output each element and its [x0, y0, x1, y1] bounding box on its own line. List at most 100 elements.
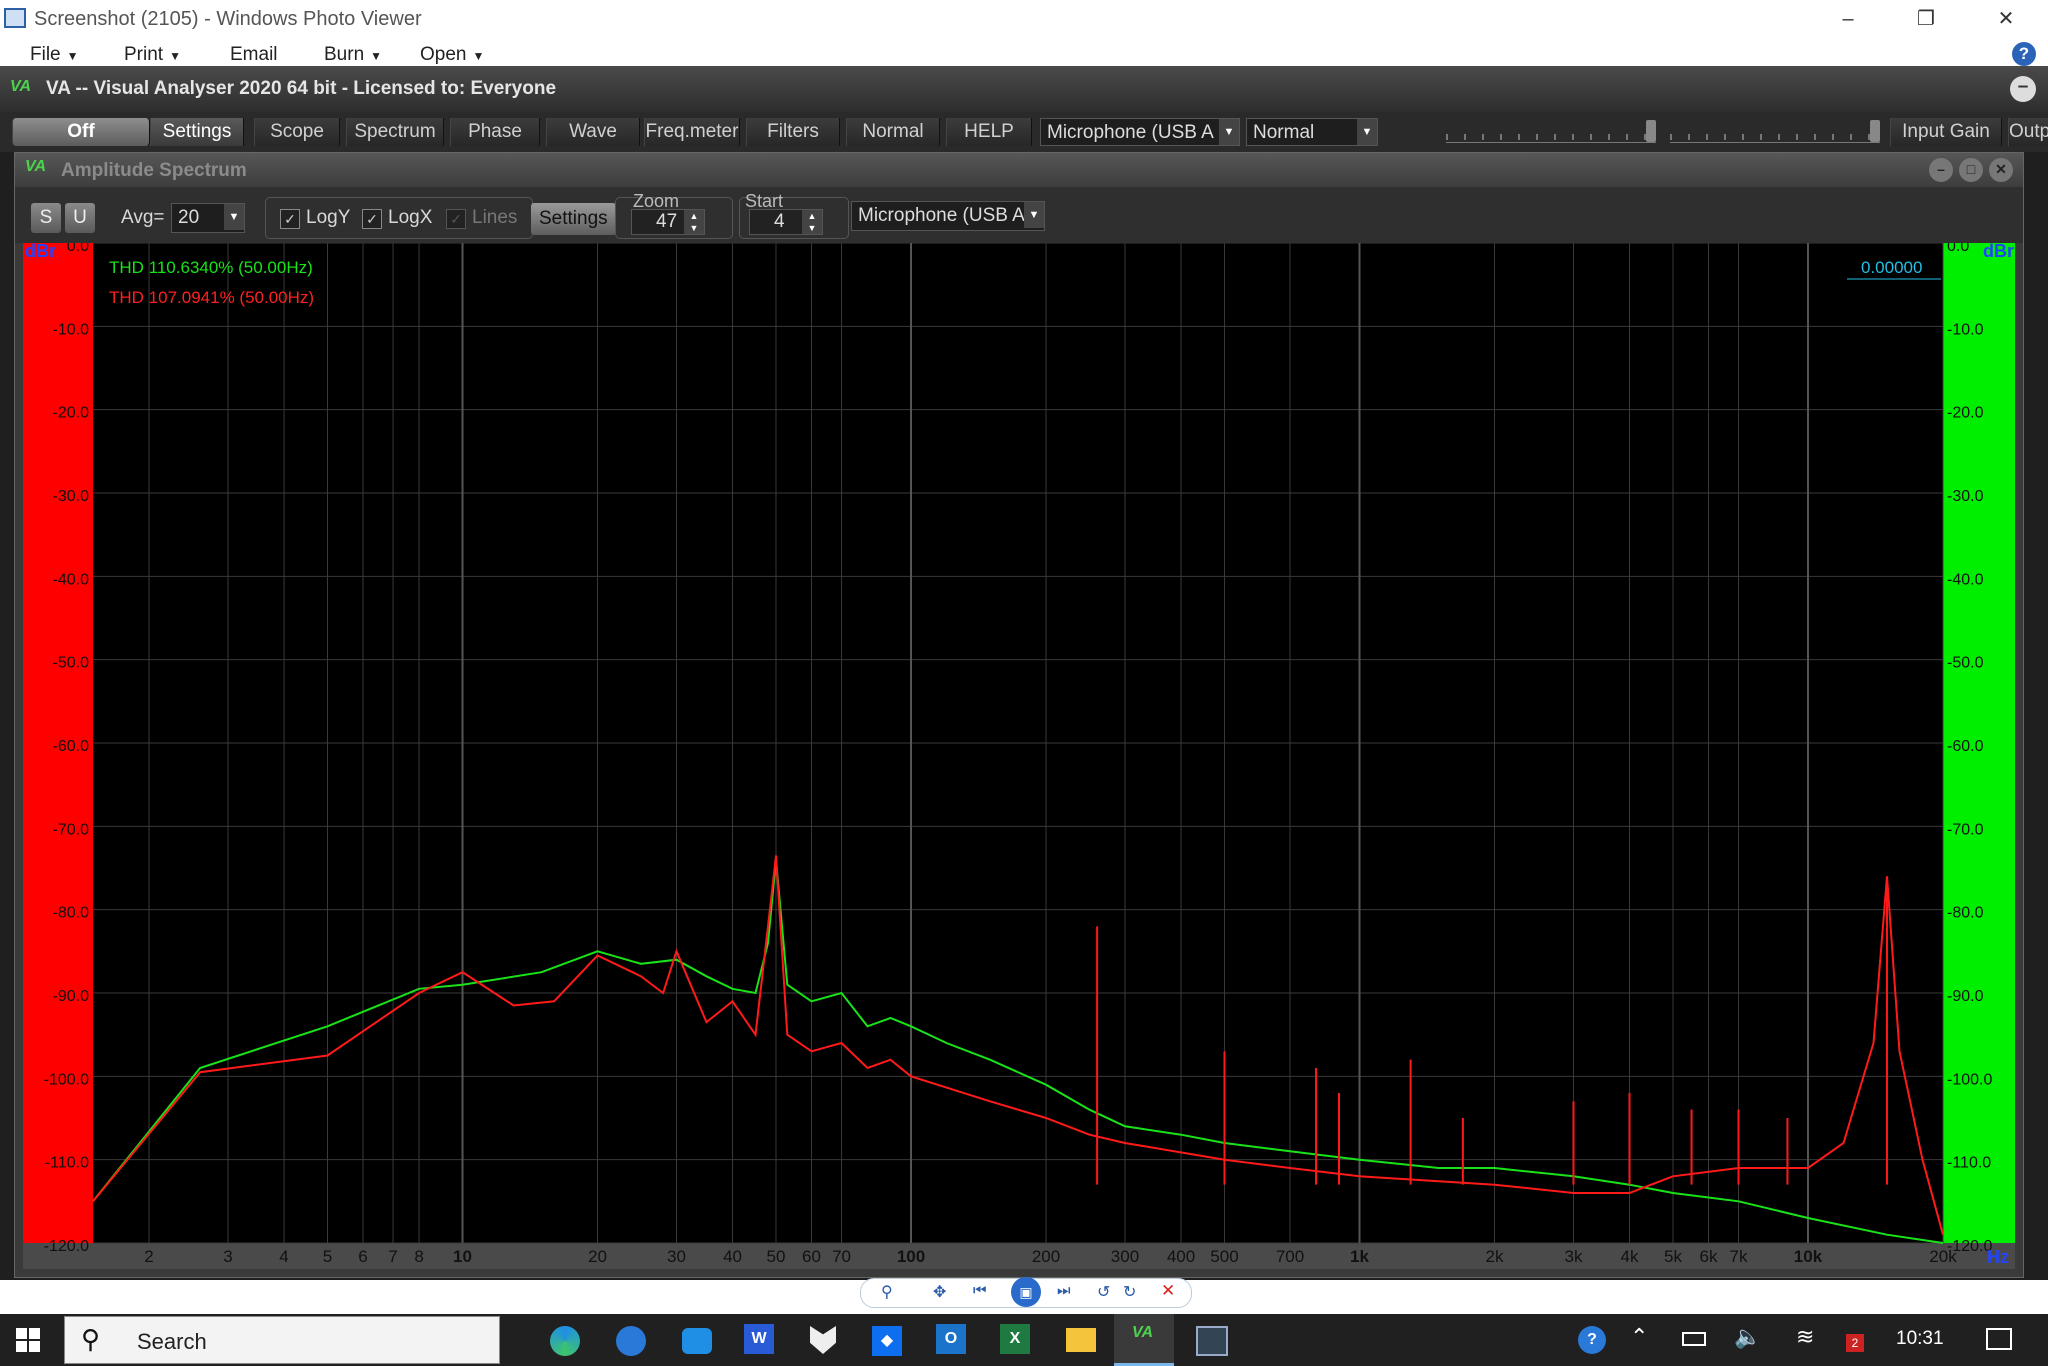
- hz-unit-label: Hz: [1987, 1247, 2009, 1267]
- edge-icon[interactable]: [550, 1326, 580, 1356]
- chevron-down-icon: ▼: [1219, 119, 1239, 145]
- start-icon[interactable]: [16, 1328, 40, 1352]
- x-tick-label: 70: [832, 1247, 851, 1266]
- amplitude-spectrum-window: VA Amplitude Spectrum – □ ✕ S U Avg= 20 ▼…: [14, 152, 2024, 1278]
- file-explorer-icon[interactable]: [1066, 1328, 1096, 1352]
- action-center-icon[interactable]: [1986, 1328, 2012, 1350]
- va-logo-icon: VA: [10, 78, 32, 95]
- x-tick-label: 20: [588, 1247, 607, 1266]
- x-tick-label: 3k: [1564, 1247, 1582, 1266]
- x-tick-label: 10: [453, 1247, 472, 1266]
- photo-viewer-icon: [4, 8, 26, 28]
- next-icon[interactable]: ⏭: [1057, 1282, 1071, 1299]
- menu-open[interactable]: Open ▼: [420, 44, 484, 66]
- y-tick-label-right: -70.0: [1947, 821, 1984, 838]
- left-unit-label: dBr: [25, 243, 56, 261]
- tab-spectrum[interactable]: Spectrum: [346, 118, 444, 146]
- edge-beta-icon[interactable]: [616, 1326, 646, 1356]
- x-tick-label: 2: [144, 1247, 153, 1266]
- tab-help[interactable]: HELP: [946, 118, 1032, 146]
- taskbar-va-app[interactable]: VA: [1114, 1314, 1174, 1366]
- previous-icon[interactable]: ⏮: [973, 1282, 987, 1299]
- rotate-right-icon[interactable]: ↻: [1123, 1282, 1136, 1302]
- right-unit-label: dBr: [1983, 243, 2014, 261]
- spectrum-settings-button[interactable]: Settings: [531, 203, 616, 235]
- tab-normal[interactable]: Normal: [846, 118, 940, 146]
- spectrum-device-select[interactable]: Microphone (USB A ▼: [851, 201, 1045, 231]
- menu-burn[interactable]: Burn ▼: [324, 44, 382, 66]
- x-tick-label: 30: [667, 1247, 686, 1266]
- x-tick-label: 3: [223, 1247, 232, 1266]
- va-titlebar: VA VA -- Visual Analyser 2020 64 bit - L…: [0, 66, 2048, 112]
- tab-scope[interactable]: Scope: [254, 118, 340, 146]
- tab-phase[interactable]: Phase: [450, 118, 540, 146]
- output-button[interactable]: Outp: [2008, 118, 2048, 146]
- lines-label: Lines: [472, 207, 518, 228]
- outlook-icon[interactable]: O: [936, 1324, 966, 1354]
- word-icon[interactable]: W: [744, 1324, 774, 1354]
- fox-app-icon[interactable]: [810, 1326, 836, 1354]
- rotate-left-icon[interactable]: ↺: [1097, 1282, 1110, 1302]
- help-tray-icon[interactable]: ?: [1578, 1326, 1606, 1354]
- u-button[interactable]: U: [65, 203, 95, 233]
- spectrum-chart: 0.0 -10.0 -20.0 -30.0 -40.0 -50.0 -60.0 -70.0 -8…: [23, 243, 2015, 1269]
- zoom-spinner[interactable]: 47 ▲ ▼: [631, 209, 705, 235]
- battery-icon[interactable]: [1682, 1332, 1706, 1346]
- clock: 10:31: [1896, 1328, 1944, 1349]
- series-line-0: [92, 859, 1944, 1244]
- volume-icon[interactable]: 🔈: [1734, 1324, 1761, 1350]
- photo-viewer-taskbar-icon[interactable]: [1196, 1326, 1228, 1356]
- menu-print[interactable]: Print ▼: [124, 44, 181, 66]
- lines-checkbox[interactable]: ✓: [446, 209, 466, 229]
- grid: [93, 243, 1944, 1244]
- viewer-controls: ⚲ ✥ ⏮ ▣ ⏭ ↺ ↻ ✕: [860, 1277, 1192, 1308]
- tab-filters[interactable]: Filters: [746, 118, 840, 146]
- tab-settings[interactable]: Settings: [150, 118, 244, 146]
- spectrum-plot[interactable]: 0.0 -10.0 -20.0 -30.0 -40.0 -50.0 -60.0 -70.0 -8…: [23, 243, 2015, 1269]
- start-spinner[interactable]: 4 ▲ ▼: [749, 209, 823, 235]
- wifi-icon[interactable]: ≋: [1796, 1324, 1814, 1350]
- chevron-down-icon: ▼: [1024, 202, 1044, 228]
- notification-app-icon[interactable]: 2: [1846, 1326, 1870, 1352]
- spectrum-close-button[interactable]: ✕: [1989, 158, 2013, 182]
- spectrum-minimize-button[interactable]: –: [1929, 158, 1953, 182]
- display-options-group: ✓ LogY ✓ LogX ✓ Lines: [265, 197, 533, 239]
- x-tick-label: 40: [723, 1247, 742, 1266]
- input-device-select[interactable]: Microphone (USB A ▼: [1040, 118, 1240, 146]
- help-icon[interactable]: ?: [2012, 42, 2036, 66]
- right-gain-slider[interactable]: [1670, 120, 1880, 143]
- mode-select[interactable]: Normal ▼: [1246, 118, 1378, 146]
- actual-size-icon[interactable]: ✥: [933, 1282, 946, 1302]
- taskbar-search-box[interactable]: ⚲ Search: [64, 1316, 500, 1364]
- spectrum-maximize-button[interactable]: □: [1959, 158, 1983, 182]
- menu-email[interactable]: Email: [230, 44, 278, 66]
- logy-checkbox[interactable]: ✓: [280, 209, 300, 229]
- s-button[interactable]: S: [31, 203, 61, 233]
- off-button[interactable]: Off: [12, 118, 150, 146]
- slideshow-icon[interactable]: ▣: [1011, 1277, 1041, 1307]
- menu-file[interactable]: File ▼: [30, 44, 79, 66]
- left-gain-slider[interactable]: [1446, 120, 1656, 143]
- minimize-button[interactable]: –: [1818, 4, 1878, 34]
- dropbox-icon[interactable]: ◆: [872, 1326, 902, 1356]
- x-tick-label: 4k: [1621, 1247, 1639, 1266]
- va-minimize-button[interactable]: –: [2010, 76, 2036, 102]
- tab-wave[interactable]: Wave: [546, 118, 640, 146]
- chevron-up-icon[interactable]: ⌃: [1630, 1324, 1648, 1350]
- x-tick-label: 7: [388, 1247, 397, 1266]
- restore-button[interactable]: ❐: [1896, 4, 1956, 34]
- y-tick-label-left: -60.0: [53, 738, 90, 755]
- logx-checkbox[interactable]: ✓: [362, 209, 382, 229]
- search-icon: ⚲: [81, 1324, 101, 1354]
- zoom-icon[interactable]: ⚲: [881, 1282, 893, 1302]
- series-group: [92, 855, 1944, 1244]
- input-gain-button[interactable]: Input Gain: [1890, 118, 2002, 146]
- onedrive-icon[interactable]: [682, 1328, 712, 1354]
- avg-select[interactable]: 20 ▼: [171, 203, 245, 233]
- close-button[interactable]: ✕: [1976, 4, 2036, 34]
- delete-icon[interactable]: ✕: [1161, 1281, 1175, 1301]
- excel-icon[interactable]: X: [1000, 1324, 1030, 1354]
- y-tick-label-left: -40.0: [53, 571, 90, 588]
- tab-freq-meter[interactable]: Freq.meter: [644, 118, 740, 146]
- y-tick-label-left: -10.0: [53, 321, 90, 338]
